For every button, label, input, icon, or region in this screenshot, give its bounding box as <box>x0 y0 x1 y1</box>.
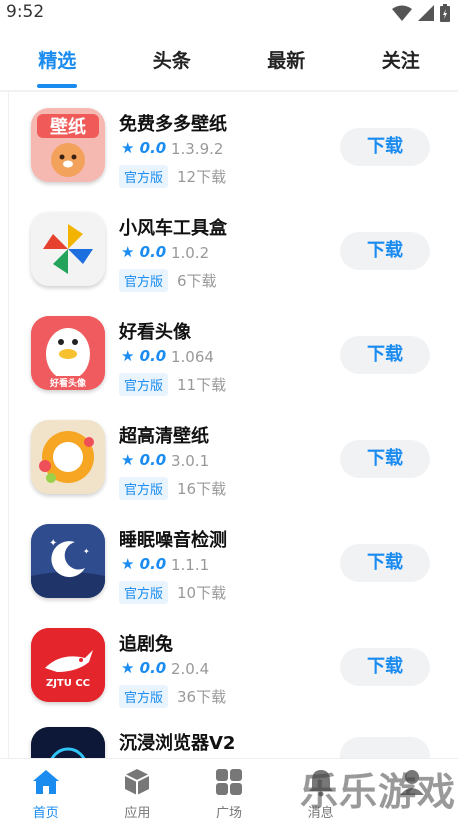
rabbit-drama-app-icon[interactable]: ZJTU CC <box>31 628 105 702</box>
nav-home[interactable]: 首页 <box>0 759 92 820</box>
download-count: 11下载 <box>177 374 226 395</box>
app-rating: ★ 0.0 <box>121 659 166 677</box>
tab-headlines[interactable]: 头条 <box>115 30 230 90</box>
app-version: 1.0.2 <box>171 244 209 262</box>
nav-label: 应用 <box>92 802 184 821</box>
app-version: 1.3.9.2 <box>171 140 223 158</box>
app-rating: ★ 0.0 <box>121 139 166 157</box>
icon-text: 壁纸 <box>50 116 86 138</box>
download-count: 6下载 <box>177 270 217 291</box>
list-item[interactable]: ✦ ✦ 睡眠噪音检测 ★ 0.0 1.1.1 官方版 10下载 下载 <box>9 524 458 628</box>
download-count: 16下载 <box>177 478 226 499</box>
app-list[interactable]: 壁纸 免费多多壁纸 ★ 0.0 1.3.9.2 官方版 12下载 下载 小风车工… <box>8 90 458 758</box>
list-item[interactable]: 超高清壁纸 ★ 0.0 3.0.1 官方版 16下载 下载 <box>9 420 458 524</box>
download-button[interactable]: 下载 <box>340 232 430 270</box>
cube-icon <box>122 767 152 797</box>
download-count: 36下载 <box>177 686 226 707</box>
app-version: 2.0.4 <box>171 660 209 678</box>
status-bar: 9:52 <box>0 0 458 26</box>
tab-following[interactable]: 关注 <box>344 30 458 90</box>
nav-label: 首页 <box>0 802 92 821</box>
list-item[interactable]: 小风车工具盒 ★ 0.0 1.0.2 官方版 6下载 下载 <box>9 212 458 316</box>
official-badge: 官方版 <box>119 685 168 708</box>
official-badge: 官方版 <box>119 165 168 188</box>
app-version: 1.1.1 <box>171 556 209 574</box>
nav-apps[interactable]: 应用 <box>92 759 184 820</box>
app-rating: ★ 0.0 <box>121 451 166 469</box>
top-tab-bar: 精选 头条 最新 关注 <box>0 30 458 90</box>
watermark: 乐乐游戏 <box>300 761 456 816</box>
official-badge: 官方版 <box>119 581 168 604</box>
hd-wallpaper-app-icon[interactable] <box>31 420 105 494</box>
nav-label: 广场 <box>183 802 275 821</box>
duck-avatar-app-icon[interactable]: 好看头像 <box>31 316 105 390</box>
download-count: 12下载 <box>177 166 226 187</box>
download-button[interactable]: 下载 <box>340 440 430 478</box>
list-item[interactable]: 壁纸 免费多多壁纸 ★ 0.0 1.3.9.2 官方版 12下载 下载 <box>9 108 458 212</box>
browser-app-icon[interactable] <box>31 727 105 758</box>
pinwheel-app-icon[interactable] <box>31 212 105 286</box>
moon-sleep-app-icon[interactable]: ✦ ✦ <box>31 524 105 598</box>
grid-icon <box>214 767 244 797</box>
official-badge: 官方版 <box>119 373 168 396</box>
signal-icon <box>418 5 434 21</box>
wifi-icon <box>392 5 412 21</box>
download-count: 10下载 <box>177 582 226 603</box>
download-button[interactable] <box>340 737 430 758</box>
app-version: 1.064 <box>171 348 214 366</box>
app-version: 3.0.1 <box>171 452 209 470</box>
app-rating: ★ 0.0 <box>121 555 166 573</box>
app-name: 沉浸浏览器V2 <box>119 729 235 755</box>
svg-text:✦: ✦ <box>83 547 90 556</box>
list-item[interactable]: 沉浸浏览器V2 <box>9 727 458 758</box>
svg-text:✦: ✦ <box>49 538 57 549</box>
tab-latest[interactable]: 最新 <box>229 30 344 90</box>
app-rating: ★ 0.0 <box>121 243 166 261</box>
wallpaper-app-icon[interactable]: 壁纸 <box>31 108 105 182</box>
app-name: 好看头像 <box>119 318 191 344</box>
icon-text: ZJTU CC <box>46 678 90 689</box>
icon-text: 好看头像 <box>49 377 87 389</box>
official-badge: 官方版 <box>119 477 168 500</box>
status-time: 9:52 <box>6 2 44 22</box>
tab-featured[interactable]: 精选 <box>0 30 115 90</box>
app-name: 睡眠噪音检测 <box>119 526 227 552</box>
battery-icon <box>440 4 450 22</box>
app-name: 追剧兔 <box>119 630 173 656</box>
official-badge: 官方版 <box>119 269 168 292</box>
app-rating: ★ 0.0 <box>121 347 166 365</box>
list-item[interactable]: ZJTU CC 追剧兔 ★ 0.0 2.0.4 官方版 36下载 下载 <box>9 628 458 732</box>
app-name: 小风车工具盒 <box>119 214 227 240</box>
download-button[interactable]: 下载 <box>340 648 430 686</box>
app-name: 超高清壁纸 <box>119 422 209 448</box>
download-button[interactable]: 下载 <box>340 128 430 166</box>
status-icons <box>392 4 450 22</box>
nav-square[interactable]: 广场 <box>183 759 275 820</box>
app-name: 免费多多壁纸 <box>119 110 227 136</box>
download-button[interactable]: 下载 <box>340 336 430 374</box>
list-item[interactable]: 好看头像 好看头像 ★ 0.0 1.064 官方版 11下载 下载 <box>9 316 458 420</box>
home-icon <box>31 767 61 797</box>
download-button[interactable]: 下载 <box>340 544 430 582</box>
